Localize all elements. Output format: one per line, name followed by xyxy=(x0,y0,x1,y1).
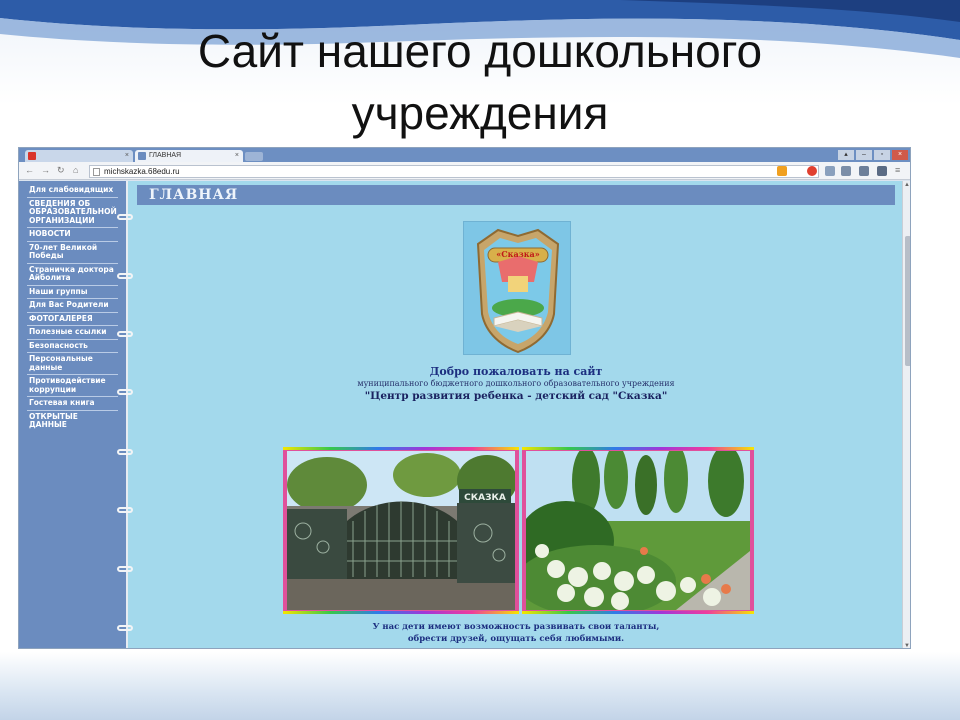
spiral-ring xyxy=(117,566,133,572)
rainbow-strip xyxy=(522,611,754,614)
page-scrollbar[interactable]: ▲ ▼ xyxy=(902,181,910,648)
spiral-ring xyxy=(117,273,133,279)
welcome-subheading: муниципального бюджетного дошкольного об… xyxy=(357,379,675,388)
spiral-ring xyxy=(117,625,133,631)
page-header: ГЛАВНАЯ xyxy=(137,185,895,205)
slide-title: Сайт нашего дошкольного учреждения xyxy=(60,20,900,144)
photo-garden[interactable] xyxy=(522,447,754,614)
menu-item-open-data[interactable]: ОТКРЫТЫЕ ДАННЫЕ xyxy=(27,411,118,432)
welcome-org-name: "Центр развития ребенка - детский сад "С… xyxy=(364,390,668,402)
rainbow-strip xyxy=(283,611,519,614)
menu-item-links[interactable]: Полезные ссылки xyxy=(27,326,118,340)
spiral-ring xyxy=(117,449,133,455)
tab-strip: × ГЛАВНАЯ × ▴ – ▫ × xyxy=(19,148,910,162)
menu-item-guestbook[interactable]: Гостевая книга xyxy=(27,397,118,411)
tab-main[interactable]: ГЛАВНАЯ × xyxy=(135,150,243,162)
extension-icon-2[interactable] xyxy=(825,166,835,176)
window-controls: ▴ – ▫ × xyxy=(838,150,908,160)
menu-item-groups[interactable]: Наши группы xyxy=(27,286,118,299)
page-caption: У нас дети имеют возможность развивать с… xyxy=(137,621,895,645)
slide-title-line-1: Сайт нашего дошкольного xyxy=(197,25,763,77)
extension-icon-4[interactable] xyxy=(859,166,869,176)
back-arrow-icon[interactable]: ← xyxy=(25,165,34,175)
spiral-binding xyxy=(117,181,137,648)
menu-item-anticorruption[interactable]: Противодействие коррупции xyxy=(27,375,118,397)
spiral-ring xyxy=(117,214,133,220)
caption-line-1: У нас дети имеют возможность развивать с… xyxy=(372,622,660,632)
close-tab-icon[interactable]: × xyxy=(125,150,129,161)
logo-label: «Сказка» xyxy=(496,249,540,259)
extension-icon[interactable] xyxy=(807,166,817,176)
yandex-favicon-icon xyxy=(28,152,36,160)
bookmark-star-icon[interactable] xyxy=(777,166,787,176)
scroll-up-icon[interactable]: ▲ xyxy=(904,182,910,188)
garden-photo-image xyxy=(526,451,750,610)
close-window-icon[interactable]: × xyxy=(892,150,908,160)
slide-title-line-2: учреждения xyxy=(351,87,609,139)
close-tab-icon[interactable]: × xyxy=(235,150,239,161)
menu-item-gallery[interactable]: ФОТОГАЛЕРЕЯ xyxy=(27,313,118,326)
caption-line-2: обрести друзей, ощущать себя любимыми. xyxy=(407,634,625,644)
garden-photo xyxy=(526,451,750,610)
gate-sign-text: СКАЗКА xyxy=(464,493,506,503)
menu-item-parents[interactable]: Для Вас Родители xyxy=(27,299,118,313)
menu-item-org-info[interactable]: СВЕДЕНИЯ ОБ ОБРАЗОВАТЕЛЬНОЙ ОРГАНИЗАЦИИ xyxy=(27,198,118,228)
reload-icon[interactable]: ↻ xyxy=(57,165,65,176)
rainbow-strip xyxy=(522,447,754,450)
page-favicon-icon xyxy=(138,152,146,160)
spiral-ring xyxy=(117,389,133,395)
gate-photo-image: СКАЗКА xyxy=(287,451,515,610)
address-text: michskazka.68edu.ru xyxy=(104,167,180,176)
user-icon[interactable]: ▴ xyxy=(838,150,854,160)
maximize-icon[interactable]: ▫ xyxy=(874,150,890,160)
new-tab-button[interactable] xyxy=(245,152,263,161)
extension-icon-5[interactable] xyxy=(877,166,887,176)
tab-label: ГЛАВНАЯ xyxy=(149,152,182,159)
address-bar[interactable]: michskazka.68edu.ru xyxy=(89,165,819,178)
photo-gate[interactable]: СКАЗКА xyxy=(283,447,519,614)
minimize-icon[interactable]: – xyxy=(856,150,872,160)
page-viewport: Для слабовидящих СВЕДЕНИЯ ОБ ОБРАЗОВАТЕЛ… xyxy=(19,181,902,648)
scroll-down-icon[interactable]: ▼ xyxy=(904,643,910,648)
menu-icon[interactable]: ≡ xyxy=(895,165,900,175)
browser-toolbar: ← → ↻ ⌂ michskazka.68edu.ru ≡ xyxy=(19,162,910,180)
menu-item-safety[interactable]: Безопасность xyxy=(27,340,118,353)
slide-background-bottom xyxy=(0,652,960,720)
spiral-ring xyxy=(117,331,133,337)
gate-photo: СКАЗКА xyxy=(287,451,515,610)
spiral-ring xyxy=(117,507,133,513)
menu-item-news[interactable]: НОВОСТИ xyxy=(27,228,118,242)
home-icon[interactable]: ⌂ xyxy=(73,165,78,175)
kindergarten-logo: «Сказка» xyxy=(463,221,571,355)
scroll-thumb[interactable] xyxy=(905,236,910,366)
tab-yandex[interactable]: × xyxy=(25,150,133,162)
browser-window: × ГЛАВНАЯ × ▴ – ▫ × ← → ↻ ⌂ michskazka.6… xyxy=(18,147,911,649)
page-icon xyxy=(93,168,100,176)
welcome-block: Добро пожаловать на сайт муниципального … xyxy=(137,365,895,403)
welcome-heading: Добро пожаловать на сайт xyxy=(429,365,603,378)
menu-item-aibolit[interactable]: Страничка доктора Айболита xyxy=(27,264,118,286)
menu-item-victory[interactable]: 70-лет Великой Победы xyxy=(27,242,118,264)
menu-item-low-vision[interactable]: Для слабовидящих xyxy=(27,184,118,198)
logo-emblem-icon xyxy=(476,228,560,354)
forward-arrow-icon[interactable]: → xyxy=(41,165,50,175)
menu-item-personal-data[interactable]: Персональные данные xyxy=(27,353,118,375)
site-sidebar: Для слабовидящих СВЕДЕНИЯ ОБ ОБРАЗОВАТЕЛ… xyxy=(19,181,126,648)
extension-icon-3[interactable] xyxy=(841,166,851,176)
rainbow-strip xyxy=(283,447,519,450)
site-menu: Для слабовидящих СВЕДЕНИЯ ОБ ОБРАЗОВАТЕЛ… xyxy=(19,184,126,432)
